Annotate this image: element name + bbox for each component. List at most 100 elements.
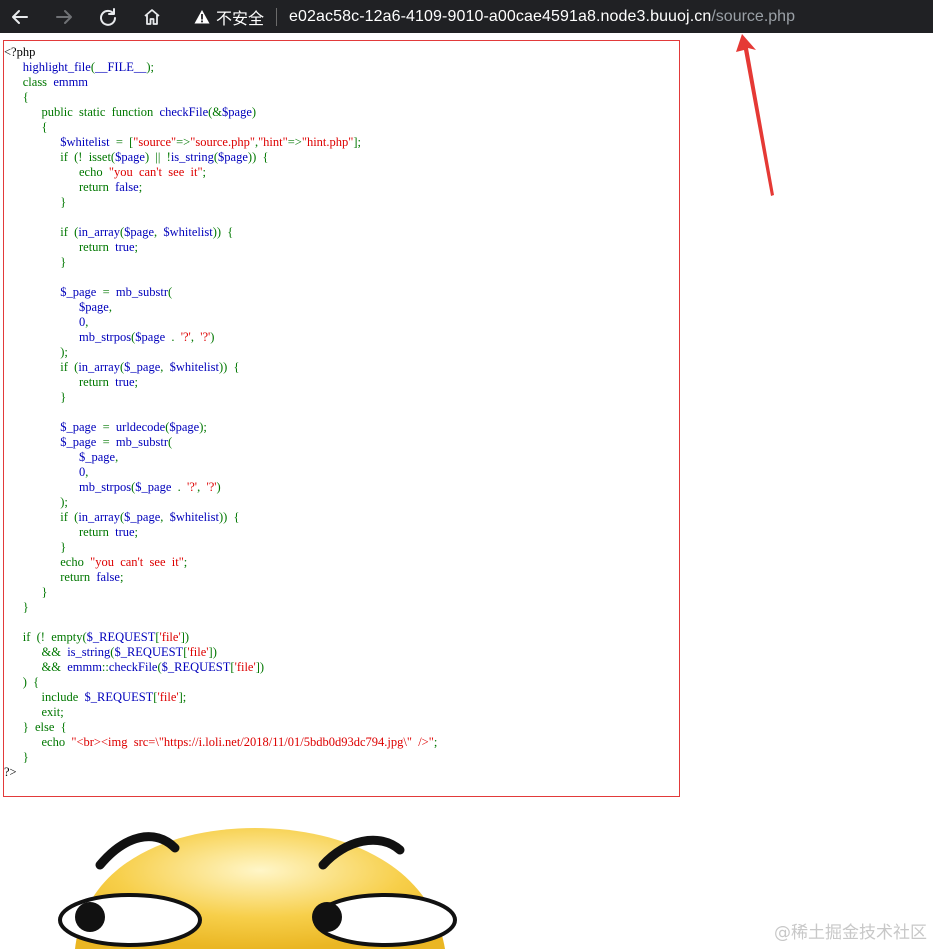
code-token: false	[96, 570, 120, 584]
code-token: $_page	[4, 435, 103, 449]
reload-button[interactable]	[94, 3, 122, 31]
code-token: if (! empty(	[4, 630, 87, 644]
code-token: $whitelist	[169, 510, 219, 524]
php-source-code: <?php highlight_file(__FILE__); class em…	[4, 45, 437, 780]
code-token: ::	[101, 660, 109, 674]
forward-button[interactable]	[50, 3, 78, 31]
code-token: }	[4, 255, 67, 269]
code-token: 0	[4, 315, 86, 329]
code-token: 0	[4, 465, 86, 479]
code-line: if (in_array($page, $whitelist)) {	[4, 225, 437, 240]
home-button[interactable]	[138, 3, 166, 31]
code-token: )) {	[218, 360, 240, 374]
code-line: return true;	[4, 375, 437, 390]
code-token: $_page	[135, 480, 178, 494]
code-token: );	[199, 420, 207, 434]
code-token: =	[102, 285, 116, 299]
code-token: ) {	[4, 675, 40, 689]
code-line: mb_strpos($page . '?', '?')	[4, 330, 437, 345]
code-token: highlight_file	[4, 60, 91, 74]
code-token: )) {	[218, 510, 240, 524]
code-token: =>	[176, 135, 191, 149]
code-token: return	[4, 375, 116, 389]
code-token: )) {	[212, 225, 234, 239]
code-line: );	[4, 495, 437, 510]
code-token: &&	[4, 660, 68, 674]
reload-icon	[100, 7, 116, 26]
code-line: }	[4, 750, 437, 765]
code-token: ) || !	[144, 150, 171, 164]
address-divider	[276, 7, 278, 26]
arrow-left-icon	[12, 9, 28, 24]
code-token: "source"	[133, 135, 177, 149]
code-token: );	[4, 495, 68, 509]
url-host[interactable]: e02ac58c-12a6-4109-9010-a00cae4591a8.nod…	[289, 8, 711, 26]
code-line: }	[4, 600, 437, 615]
code-token: ,	[190, 330, 201, 344]
browser-toolbar: 不安全 e02ac58c-12a6-4109-9010-a00cae4591a8…	[0, 0, 933, 33]
code-token: $_REQUEST	[86, 630, 156, 644]
code-token: emmm	[67, 660, 102, 674]
address-bar[interactable]: 不安全 e02ac58c-12a6-4109-9010-a00cae4591a8…	[184, 0, 933, 33]
code-token: ;	[183, 555, 188, 569]
code-token: ;	[138, 180, 143, 194]
code-token: return	[4, 570, 97, 584]
code-token: true	[115, 240, 135, 254]
code-line: highlight_file(__FILE__);	[4, 60, 437, 75]
code-token: $page	[4, 300, 109, 314]
code-line: <?php	[4, 45, 437, 60]
code-token: $_page	[4, 420, 103, 434]
code-token: $_REQUEST	[84, 690, 154, 704]
code-token: in_array	[78, 510, 120, 524]
code-token: echo	[4, 555, 91, 569]
code-token: 'file'	[159, 630, 181, 644]
code-token: mb_strpos	[4, 330, 132, 344]
code-line	[4, 405, 437, 420]
code-token: = [	[115, 135, 134, 149]
code-token: 'file'	[187, 645, 209, 659]
code-token: $page	[218, 150, 248, 164]
code-token: .	[177, 480, 187, 494]
code-token: '?'	[200, 330, 211, 344]
code-token: ;	[134, 525, 139, 539]
url-path[interactable]: /source.php	[711, 8, 795, 26]
code-token: }	[4, 600, 29, 614]
code-token: $page	[169, 420, 200, 434]
emoji-face-image	[58, 828, 457, 949]
code-token: if (	[4, 510, 79, 524]
code-token: $page	[115, 150, 145, 164]
arrow-right-icon	[56, 9, 72, 24]
code-line: $_page = mb_substr(	[4, 435, 437, 450]
code-token: ;	[202, 165, 207, 179]
back-button[interactable]	[6, 3, 34, 31]
code-line: );	[4, 345, 437, 360]
code-token: } else {	[4, 720, 67, 734]
code-token: 'file'	[157, 690, 179, 704]
code-token: ,	[85, 465, 89, 479]
code-token: ,	[115, 450, 119, 464]
code-line: $_page = urldecode($page);	[4, 420, 437, 435]
code-line	[4, 270, 437, 285]
code-token: $_page	[124, 360, 161, 374]
security-label[interactable]: 不安全	[216, 5, 264, 29]
code-token: '?'	[187, 480, 198, 494]
code-token: )) {	[247, 150, 269, 164]
code-token: ,	[160, 360, 170, 374]
code-token: ];	[178, 690, 187, 704]
code-line: && is_string($_REQUEST['file'])	[4, 645, 437, 660]
code-token: ])	[208, 645, 217, 659]
code-token: if (	[4, 360, 79, 374]
code-line: }	[4, 540, 437, 555]
code-token: mb_strpos	[4, 480, 132, 494]
code-line: public static function checkFile(&$page)	[4, 105, 437, 120]
code-token: ])	[180, 630, 190, 644]
code-line: ) {	[4, 675, 437, 690]
code-token: echo	[4, 735, 72, 749]
code-token: $page	[222, 105, 252, 119]
warning-triangle-icon[interactable]	[194, 9, 210, 25]
code-token: true	[115, 525, 135, 539]
code-line: ?>	[4, 765, 437, 780]
code-token: true	[115, 375, 135, 389]
code-token: __FILE__	[94, 60, 147, 74]
